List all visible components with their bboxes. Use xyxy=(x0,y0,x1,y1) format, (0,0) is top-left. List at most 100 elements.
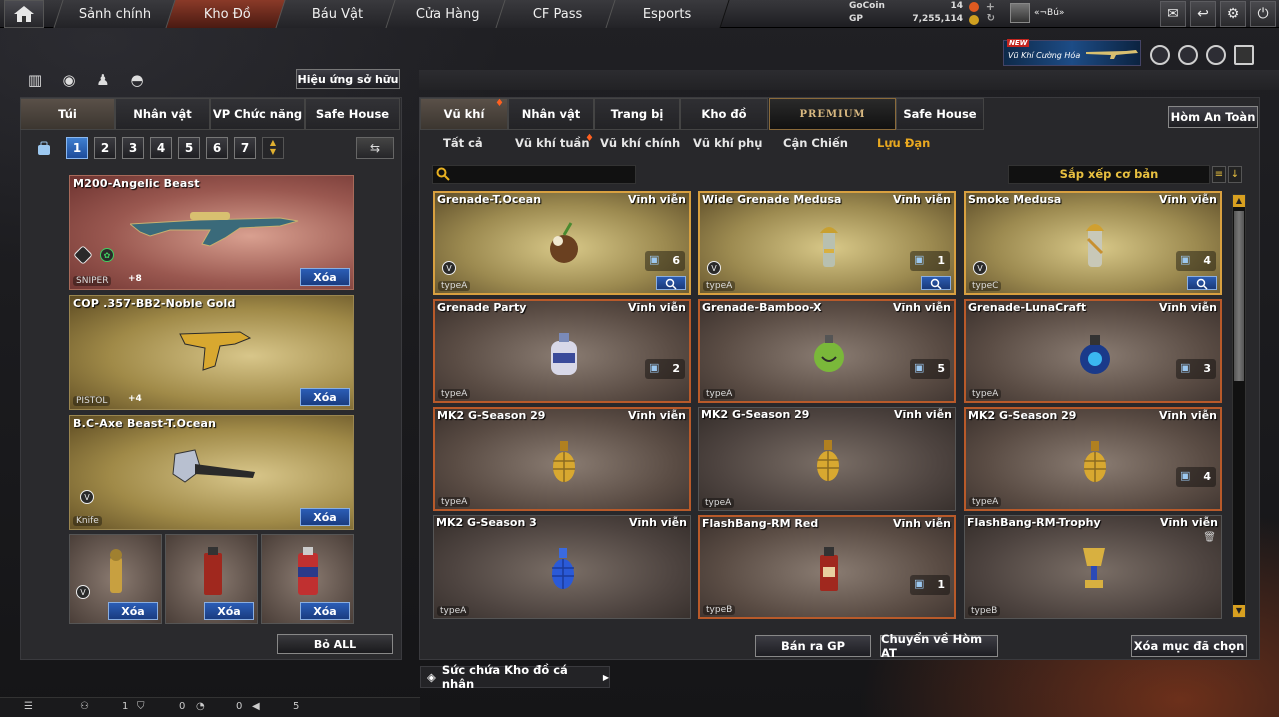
mouse-icon[interactable]: ◓ xyxy=(127,70,147,90)
item-card[interactable]: Grenade-LunaCraft Vĩnh viễn ▣ 3 typeA xyxy=(964,299,1222,403)
tab-storage[interactable]: Kho đồ xyxy=(680,98,768,130)
delete-button[interactable]: Xóa xyxy=(204,602,254,620)
nav-tab-lobby[interactable]: Sảnh chính xyxy=(53,0,178,28)
safe-box-button[interactable]: Hòm An Toàn xyxy=(1168,106,1258,128)
slot-secondary-weapon[interactable]: COP .357-BB2-Noble Gold PISTOL +4 Xóa xyxy=(69,295,354,410)
tab-character[interactable]: Nhân vật xyxy=(115,98,210,130)
clan-icon[interactable]: ⛉ xyxy=(137,701,145,712)
item-card[interactable]: Smoke Medusa Vĩnh viễn V ▣ 4 typeC xyxy=(964,191,1222,295)
page-5-button[interactable]: 5 xyxy=(178,137,200,159)
subtab-melee[interactable]: Cận Chiến xyxy=(783,136,848,150)
weapon-enhance-banner[interactable]: NEW Vũ Khí Cường Hóa xyxy=(1003,39,1141,66)
subtab-secondary-weapons[interactable]: Vũ khí phụ xyxy=(693,136,762,150)
eye-icon[interactable]: ◉ xyxy=(59,70,79,90)
stats-icon[interactable]: ▥ xyxy=(25,70,45,90)
slot-melee-weapon[interactable]: B.C-Axe Beast-T.Ocean V Knife Xóa xyxy=(69,415,354,530)
sort-order-icon[interactable]: ↓ xyxy=(1228,166,1242,183)
delete-button[interactable]: Xóa xyxy=(300,388,350,406)
right-header-strip xyxy=(419,70,1279,90)
zoom-button[interactable] xyxy=(656,276,686,290)
scroll-up-arrow[interactable]: ▲ xyxy=(1233,195,1245,207)
tab-equipment[interactable]: Trang bị xyxy=(594,98,680,130)
slot-grenade-2[interactable]: Xóa xyxy=(165,534,258,624)
add-gocoin-button[interactable]: + xyxy=(986,0,995,13)
search-input[interactable] xyxy=(432,165,636,184)
subtab-grenades[interactable]: Lựu Đạn xyxy=(877,136,930,150)
nav-tab-inventory[interactable]: Kho Đồ xyxy=(165,0,290,28)
subtab-all[interactable]: Tất cả xyxy=(443,136,483,150)
page-6-button[interactable]: 6 xyxy=(206,137,228,159)
scroll-down-arrow[interactable]: ▼ xyxy=(1233,605,1245,617)
item-card[interactable]: Wide Grenade Medusa Vĩnh viễn V ▣ 1 typeA xyxy=(698,191,956,295)
nav-tab-cf-pass[interactable]: CF Pass xyxy=(495,0,620,28)
delete-selected-button[interactable]: Xóa mục đã chọn xyxy=(1131,635,1247,657)
item-card[interactable]: MK2 G-Season 29 Vĩnh viễn ▣ 4 typeA xyxy=(964,407,1222,511)
page-stepper[interactable]: ▲ ▼ xyxy=(262,137,284,159)
owned-effects-button[interactable]: Hiệu ứng sở hữu xyxy=(296,69,400,89)
page-3-button[interactable]: 3 xyxy=(122,137,144,159)
list-icon[interactable]: ≡ xyxy=(1212,166,1226,183)
sell-gp-button[interactable]: Bán ra GP xyxy=(755,635,871,657)
home-button[interactable] xyxy=(4,0,44,28)
page-2-button[interactable]: 2 xyxy=(94,137,116,159)
delete-button[interactable]: Xóa xyxy=(300,508,350,526)
chat-icon[interactable]: ◔ xyxy=(196,701,205,712)
subtab-weekly-weapons[interactable]: Vũ khí tuần xyxy=(515,136,590,150)
tab-characters[interactable]: Nhân vật xyxy=(508,98,594,130)
scrollbar[interactable]: ▲ ▼ xyxy=(1232,194,1246,618)
power-icon[interactable]: ⏻ xyxy=(1250,1,1276,27)
player-info[interactable]: «¬Bú» xyxy=(1010,2,1110,24)
move-to-safe-button[interactable]: Chuyển về Hòm AT xyxy=(880,632,998,660)
zoom-button[interactable] xyxy=(921,276,951,290)
nav-tab-shop[interactable]: Cửa Hàng xyxy=(385,0,510,28)
slot-primary-weapon[interactable]: M200-Angelic Beast ✿ SNIPER +8 Xóa xyxy=(69,175,354,290)
page-7-button[interactable]: 7 xyxy=(234,137,256,159)
character-icon[interactable]: ♟ xyxy=(93,70,113,90)
tab-safe-house[interactable]: Safe House xyxy=(305,98,400,130)
delete-button[interactable]: Xóa xyxy=(300,268,350,286)
remove-all-button[interactable]: Bỏ ALL xyxy=(277,634,393,654)
friends-icon[interactable]: ⚇ xyxy=(80,701,89,712)
item-card[interactable]: MK2 G-Season 3 Vĩnh viễn typeA xyxy=(433,515,691,619)
slot-grenade-1[interactable]: V Xóa xyxy=(69,534,162,624)
mail-icon[interactable]: ✉ xyxy=(1160,1,1186,27)
trash-icon[interactable]: 🗑 xyxy=(1203,532,1216,543)
item-count-badge: ▣ 2 xyxy=(645,359,685,379)
back-icon[interactable]: ↩ xyxy=(1190,1,1216,27)
item-card[interactable]: Grenade-Bamboo-X Vĩnh viễn ▣ 5 typeA xyxy=(698,299,956,403)
slot-grenade-3[interactable]: Xóa xyxy=(261,534,354,624)
delete-button[interactable]: Xóa xyxy=(300,602,350,620)
refresh-icon[interactable]: ↻ xyxy=(987,13,995,24)
flashbang-red-icon xyxy=(820,547,838,591)
item-card[interactable]: Grenade Party Vĩnh viễn ▣ 2 typeA xyxy=(433,299,691,403)
subtab-primary-weapons[interactable]: Vũ khí chính xyxy=(600,136,680,150)
tab-safe-house-right[interactable]: Safe House xyxy=(896,98,984,130)
tab-function-items[interactable]: VP Chức năng xyxy=(210,98,305,130)
item-card[interactable]: FlashBang-RM Red Vĩnh viễn ▣ 1 typeB xyxy=(698,515,956,619)
gear-icon[interactable]: ⚙ xyxy=(1220,1,1246,27)
item-card[interactable]: MK2 G-Season 29 Vĩnh viễn typeA xyxy=(433,407,691,511)
page-4-button[interactable]: 4 xyxy=(150,137,172,159)
zoom-button[interactable] xyxy=(1187,276,1217,290)
capacity-button[interactable]: ◈ Sức chứa Kho đồ cá nhân ▶ xyxy=(420,663,610,691)
target-badge-icon[interactable] xyxy=(1178,45,1198,65)
nav-tab-treasure[interactable]: Báu Vật xyxy=(275,0,400,28)
bag-icon: ▣ xyxy=(649,361,660,374)
sort-dropdown[interactable]: Sắp xếp cơ bản xyxy=(1008,165,1210,184)
item-card[interactable]: FlashBang-RM-Trophy Vĩnh viễn 🗑 typeB xyxy=(964,515,1222,619)
shield-badge-icon[interactable] xyxy=(1206,45,1226,65)
scroll-thumb[interactable] xyxy=(1234,211,1244,381)
tab-bag[interactable]: Túi xyxy=(20,98,115,130)
vip-badge-icon[interactable] xyxy=(1150,45,1170,65)
item-card[interactable]: MK2 G-Season 29 Vĩnh viễn typeA xyxy=(698,407,956,511)
swap-button[interactable]: ⇆ xyxy=(356,137,394,159)
delete-button[interactable]: Xóa xyxy=(108,602,158,620)
item-card[interactable]: Grenade-T.Ocean Vĩnh viễn V ▣ 6 typeA xyxy=(433,191,691,295)
page-1-button[interactable]: 1 xyxy=(66,137,88,159)
tab-premium[interactable]: PREMIUM xyxy=(769,98,896,130)
w-logo-icon[interactable] xyxy=(1234,45,1254,65)
volume-icon[interactable]: ◀ xyxy=(252,701,260,712)
gocoin-value: 14 xyxy=(950,1,963,11)
menu-icon[interactable]: ☰ xyxy=(24,701,33,712)
nav-tab-esports[interactable]: Esports xyxy=(605,0,730,28)
